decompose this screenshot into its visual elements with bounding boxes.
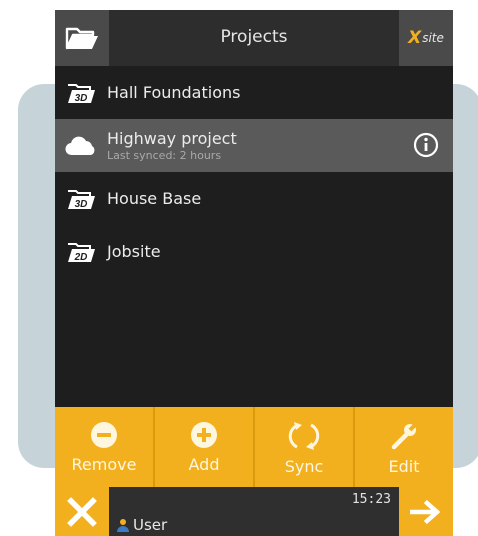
- project-row-highway-project[interactable]: Highway project Last synced: 2 hours: [55, 119, 453, 172]
- cloud-icon: [65, 136, 95, 155]
- close-icon: [67, 496, 97, 527]
- sync-icon: [288, 422, 320, 450]
- arrow-right-icon: [410, 499, 441, 524]
- project-row-house-base[interactable]: 3D House Base: [55, 172, 453, 225]
- project-list: 3D Hall Foundations Highway project Last…: [55, 66, 453, 278]
- user-name: User: [133, 516, 168, 534]
- page-title: Projects: [220, 27, 288, 47]
- folder-open-button[interactable]: [55, 10, 109, 66]
- user-indicator[interactable]: User: [117, 516, 167, 534]
- folder-open-icon: [65, 27, 98, 50]
- action-toolbar: Remove Add Sync Edit: [55, 407, 453, 487]
- user-icon: [117, 519, 129, 532]
- last-synced-text: Last synced: 2 hours: [107, 149, 222, 162]
- close-button[interactable]: [55, 487, 109, 536]
- project-name: Highway project: [107, 129, 237, 148]
- project-name: Hall Foundations: [107, 83, 241, 102]
- info-icon[interactable]: [413, 132, 439, 158]
- plus-circle-icon: [191, 422, 217, 448]
- svg-text:2D: 2D: [74, 252, 88, 263]
- folder-3d-icon: 3D: [68, 189, 95, 210]
- device-screen: Projects Xsite 3D Hall Foundations Highw…: [55, 10, 453, 536]
- next-button[interactable]: [399, 487, 453, 536]
- project-name: Jobsite: [107, 242, 161, 261]
- minus-circle-icon: [91, 422, 117, 448]
- wrench-icon: [391, 421, 419, 450]
- status-bar: 15:23 User: [55, 487, 453, 536]
- project-name: House Base: [107, 189, 202, 208]
- folder-3d-icon: 3D: [68, 83, 95, 104]
- edit-button[interactable]: Edit: [355, 407, 453, 487]
- xsite-logo: Xsite: [399, 10, 453, 66]
- project-row-hall-foundations[interactable]: 3D Hall Foundations: [55, 66, 453, 119]
- clock-time: 15:23: [351, 492, 391, 507]
- sync-button[interactable]: Sync: [255, 407, 355, 487]
- project-row-jobsite[interactable]: 2D Jobsite: [55, 225, 453, 278]
- folder-2d-icon: 2D: [68, 242, 95, 263]
- add-button[interactable]: Add: [155, 407, 255, 487]
- svg-text:3D: 3D: [75, 93, 88, 104]
- svg-text:3D: 3D: [75, 199, 88, 210]
- app-header: Projects Xsite: [55, 10, 453, 66]
- remove-button[interactable]: Remove: [55, 407, 155, 487]
